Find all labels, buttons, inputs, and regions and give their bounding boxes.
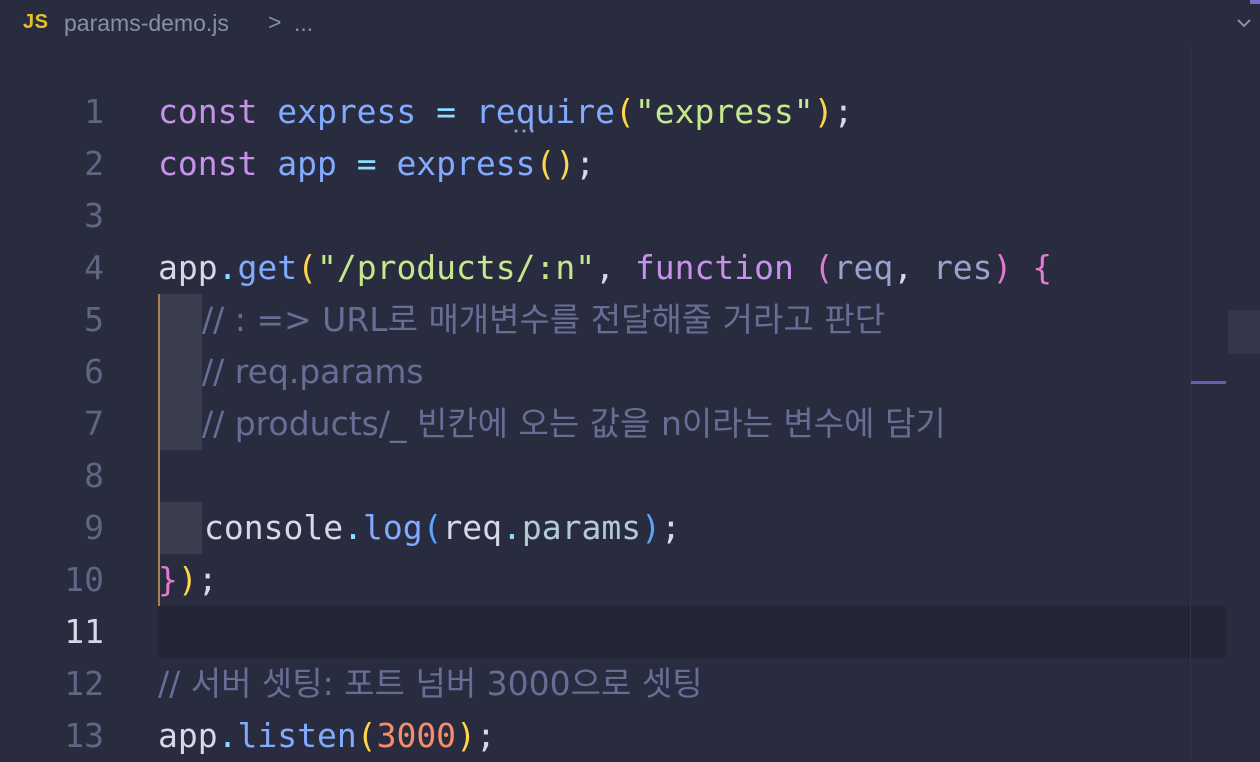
identifier: app bbox=[158, 716, 218, 755]
line-number: 5 bbox=[84, 300, 104, 339]
string: "/products/:n" bbox=[316, 248, 596, 287]
punctuation: ; bbox=[575, 144, 596, 183]
string: "express" bbox=[634, 92, 814, 131]
operator: . bbox=[217, 716, 238, 755]
code-line-7[interactable]: // products/_ 빈칸에 오는 값을 n이라는 변수에 담기 bbox=[202, 398, 946, 450]
bracket: } bbox=[158, 560, 178, 599]
code-line-10[interactable]: }); bbox=[158, 554, 218, 606]
comment: // 서버 셋팅: 포트 넘버 3000으로 셋팅 bbox=[158, 664, 703, 703]
punctuation: , bbox=[893, 248, 933, 287]
overview-ruler-marker bbox=[1191, 381, 1226, 384]
code-line-6[interactable]: // req.params bbox=[202, 346, 424, 398]
bracket: ( bbox=[356, 716, 377, 755]
comment: // products/_ 빈칸에 오는 값을 n이라는 변수에 담기 bbox=[202, 404, 946, 443]
bracket: ( bbox=[535, 144, 556, 183]
function-name: listen bbox=[237, 716, 357, 755]
keyword: const bbox=[158, 144, 258, 183]
function-name: get bbox=[237, 248, 298, 287]
whitespace-marker bbox=[160, 398, 202, 450]
line-number: 9 bbox=[84, 508, 104, 547]
scrollbar-thumb[interactable] bbox=[1228, 310, 1260, 354]
function-name: log bbox=[362, 508, 423, 547]
code-line-2[interactable]: const app = express(); bbox=[158, 138, 595, 190]
punctuation: ; bbox=[661, 508, 681, 547]
bracket: ( bbox=[422, 508, 443, 547]
line-number: 8 bbox=[84, 456, 104, 495]
identifier: express bbox=[257, 92, 437, 131]
bracket: ) bbox=[555, 144, 576, 183]
corner-indicator bbox=[1250, 0, 1260, 4]
ellipsis-hint-icon bbox=[514, 129, 534, 133]
line-number: 4 bbox=[84, 248, 104, 287]
bracket: { bbox=[1032, 248, 1053, 287]
bracket: ) bbox=[177, 560, 198, 599]
bracket: ) bbox=[813, 92, 834, 131]
code-line-9[interactable]: console.log(req.params); bbox=[204, 502, 681, 554]
operator: . bbox=[343, 508, 363, 547]
bracket: ) bbox=[992, 248, 1013, 287]
parameter: res bbox=[932, 248, 993, 287]
breadcrumb-more[interactable]: ... bbox=[294, 10, 313, 37]
current-line-highlight bbox=[158, 606, 1226, 658]
line-number-active: 11 bbox=[64, 612, 104, 651]
whitespace-marker bbox=[160, 346, 202, 398]
comment: // req.params bbox=[202, 352, 424, 391]
code-line-1[interactable]: const express = require("express"); bbox=[158, 86, 853, 138]
line-number: 10 bbox=[64, 560, 104, 599]
punctuation: ; bbox=[475, 716, 496, 755]
operator: = bbox=[356, 144, 377, 183]
identifier: req bbox=[442, 508, 503, 547]
chevron-down-icon[interactable] bbox=[1236, 16, 1252, 30]
punctuation: ; bbox=[197, 560, 218, 599]
breadcrumb: JS params-demo.js > ... bbox=[0, 0, 1260, 46]
code-line-5[interactable]: // : => URL로 매개변수를 전달해줄 거라고 판단 bbox=[202, 294, 885, 346]
line-number: 1 bbox=[84, 92, 104, 131]
keyword: const bbox=[158, 92, 258, 131]
function-name: express bbox=[396, 144, 536, 183]
number: 3000 bbox=[376, 716, 457, 755]
keyword: function bbox=[634, 248, 794, 287]
breadcrumb-file-name[interactable]: params-demo.js bbox=[64, 10, 229, 37]
bracket: ( bbox=[614, 92, 635, 131]
whitespace-marker bbox=[160, 294, 202, 346]
identifier: app bbox=[158, 248, 218, 287]
bracket: ) bbox=[641, 508, 662, 547]
line-number: 6 bbox=[84, 352, 104, 391]
punctuation: , bbox=[595, 248, 635, 287]
line-number: 12 bbox=[64, 664, 104, 703]
parameter: req bbox=[833, 248, 894, 287]
punctuation: ; bbox=[833, 92, 854, 131]
line-number: 3 bbox=[84, 196, 104, 235]
property: params bbox=[521, 508, 642, 547]
bracket: ( bbox=[813, 248, 834, 287]
function-name: require bbox=[475, 92, 615, 131]
breadcrumb-separator-icon: > bbox=[268, 9, 282, 35]
code-line-4[interactable]: app.get("/products/:n", function (req, r… bbox=[158, 242, 1052, 294]
operator: . bbox=[217, 248, 238, 287]
operator: = bbox=[436, 92, 457, 131]
js-file-icon: JS bbox=[23, 11, 49, 33]
bracket: ) bbox=[456, 716, 476, 755]
code-line-13[interactable]: app.listen(3000); bbox=[158, 710, 496, 762]
code-line-12[interactable]: // 서버 셋팅: 포트 넘버 3000으로 셋팅 bbox=[158, 658, 703, 710]
line-number: 13 bbox=[64, 716, 104, 755]
whitespace-marker bbox=[160, 502, 202, 554]
comment: // : => URL로 매개변수를 전달해줄 거라고 판단 bbox=[202, 300, 885, 339]
line-number: 2 bbox=[84, 144, 104, 183]
operator: . bbox=[502, 508, 522, 547]
identifier: app bbox=[257, 144, 357, 183]
line-number: 7 bbox=[84, 404, 104, 443]
overview-ruler bbox=[1190, 46, 1191, 760]
bracket: ( bbox=[297, 248, 317, 287]
identifier: console bbox=[204, 508, 344, 547]
